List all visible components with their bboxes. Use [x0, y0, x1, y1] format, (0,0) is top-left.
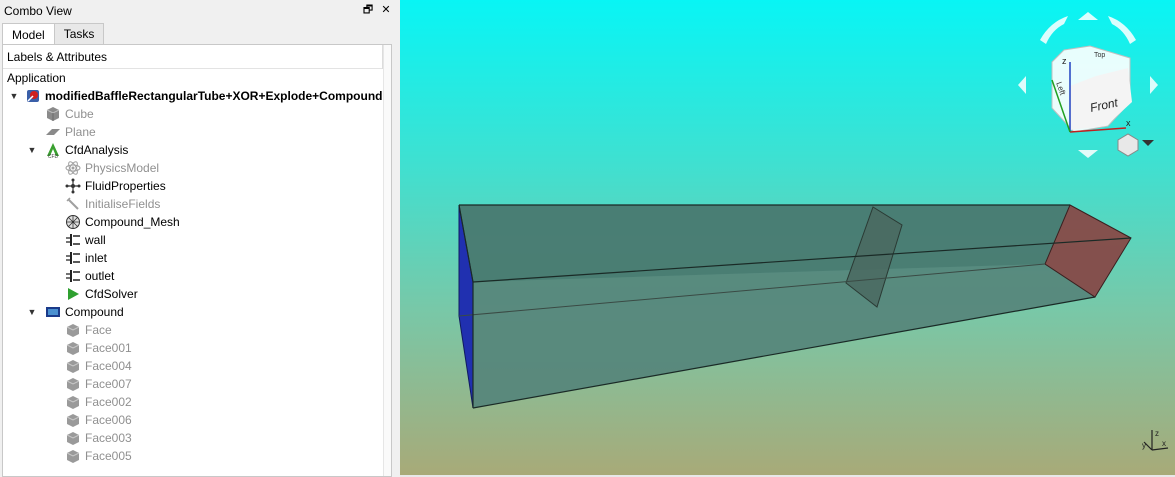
- wand-icon: [65, 196, 81, 212]
- axis-indicator-z-label: z: [1155, 429, 1159, 438]
- face-icon: [65, 376, 81, 392]
- 3d-scene[interactable]: Front Left Top z x z x y: [400, 0, 1175, 475]
- view-menu-cube-icon[interactable]: [1117, 133, 1139, 157]
- tree-item-application: Application: [7, 71, 66, 85]
- tree-item-face[interactable]: Face001: [65, 339, 132, 357]
- nav-arrow-up-icon[interactable]: [1078, 12, 1098, 20]
- combo-tabs: Model Tasks: [2, 23, 105, 45]
- tree-item-cfd-solver[interactable]: CfdSolver: [65, 285, 138, 303]
- tab-model[interactable]: Model: [2, 23, 55, 45]
- face-icon: [65, 394, 81, 410]
- combo-view-panel: Combo View 🗗 ✕ Model Tasks Labels & Attr…: [0, 0, 396, 477]
- tree-item-face[interactable]: Face002: [65, 393, 132, 411]
- tree-header: Labels & Attributes: [3, 45, 383, 69]
- view-menu-dropdown-icon[interactable]: [1142, 140, 1154, 146]
- combo-view-title: Combo View: [4, 4, 72, 18]
- face-icon: [65, 358, 81, 374]
- combo-view-titlebar: Combo View 🗗 ✕: [0, 0, 396, 22]
- nav-arrow-right-icon[interactable]: [1150, 76, 1158, 94]
- face-icon: [65, 430, 81, 446]
- 3d-viewport[interactable]: Front Left Top z x z x y: [400, 0, 1175, 475]
- tree-item-compound[interactable]: ▼ Compound: [25, 303, 124, 321]
- molecule-icon: [65, 178, 81, 194]
- tree-item-initialise-fields[interactable]: InitialiseFields: [65, 195, 160, 213]
- nav-arrow-left-icon[interactable]: [1018, 76, 1026, 94]
- tree-item-face[interactable]: Face004: [65, 357, 132, 375]
- tab-tasks[interactable]: Tasks: [53, 23, 105, 44]
- face-icon: [65, 448, 81, 464]
- compound-icon: [45, 304, 61, 320]
- rotate-cw-icon[interactable]: [1108, 16, 1136, 44]
- face-icon: [65, 322, 81, 338]
- tube-front-face[interactable]: [473, 264, 1095, 408]
- axis-z-label: z: [1062, 56, 1067, 66]
- face-icon: [65, 340, 81, 356]
- axis-x-label: x: [1126, 118, 1131, 128]
- tree-item-inlet[interactable]: inlet: [65, 249, 107, 267]
- mesh-icon: [65, 214, 81, 230]
- play-icon: [65, 286, 81, 302]
- collapse-arrow-icon[interactable]: ▼: [9, 91, 19, 101]
- freecad-window: Combo View 🗗 ✕ Model Tasks Labels & Attr…: [0, 0, 1175, 477]
- tree-item-physics-model[interactable]: PhysicsModel: [65, 159, 159, 177]
- collapse-arrow-icon[interactable]: ▼: [27, 145, 37, 155]
- nav-arrow-down-icon[interactable]: [1078, 150, 1098, 158]
- collapse-arrow-icon[interactable]: ▼: [27, 307, 37, 317]
- axis-indicator-x-label: x: [1162, 439, 1166, 448]
- model-tree[interactable]: Labels & Attributes Application ▼ modifi…: [2, 44, 392, 477]
- tree-item-wall[interactable]: wall: [65, 231, 106, 249]
- svg-text:CFD: CFD: [48, 154, 59, 158]
- tree-item-fluid-properties[interactable]: FluidProperties: [65, 177, 166, 195]
- tree-item-cfd-analysis[interactable]: ▼ CFD CfdAnalysis: [25, 141, 128, 159]
- tree-item-outlet[interactable]: outlet: [65, 267, 114, 285]
- boundary-inlet-icon: [65, 250, 81, 266]
- atom-icon: [65, 160, 81, 176]
- tree-item-cube[interactable]: Cube: [45, 105, 94, 123]
- tree-item-face[interactable]: Face: [65, 321, 112, 339]
- tree-item-face[interactable]: Face007: [65, 375, 132, 393]
- tree-scrollbar[interactable]: [383, 45, 391, 476]
- tree-item-compound-mesh[interactable]: Compound_Mesh: [65, 213, 180, 231]
- rotate-ccw-icon[interactable]: [1040, 16, 1068, 44]
- boundary-wall-icon: [65, 232, 81, 248]
- tree-item-face[interactable]: Face006: [65, 411, 132, 429]
- axis-indicator-y-label: y: [1142, 441, 1146, 450]
- close-panel-icon[interactable]: ✕: [380, 4, 392, 16]
- face-icon: [65, 412, 81, 428]
- tree-item-face[interactable]: Face005: [65, 447, 132, 465]
- boundary-outlet-icon: [65, 268, 81, 284]
- freecad-document-icon: [25, 88, 41, 104]
- plane-icon: [45, 124, 61, 140]
- tree-item-face[interactable]: Face003: [65, 429, 132, 447]
- tree-item-document[interactable]: ▼ modifiedBaffleRectangularTube+XOR+Expl…: [7, 87, 383, 105]
- cube-icon: [45, 106, 61, 122]
- float-panel-icon[interactable]: 🗗: [362, 4, 374, 16]
- cfd-analysis-icon: CFD: [45, 142, 61, 158]
- nav-cube-top-label: Top: [1094, 52, 1105, 59]
- navigation-cube[interactable]: Front Left Top z x: [1018, 12, 1158, 158]
- tube-geometry[interactable]: [458, 204, 1132, 409]
- tree-item-plane[interactable]: Plane: [45, 123, 96, 141]
- axis-indicator: z x y: [1142, 429, 1169, 451]
